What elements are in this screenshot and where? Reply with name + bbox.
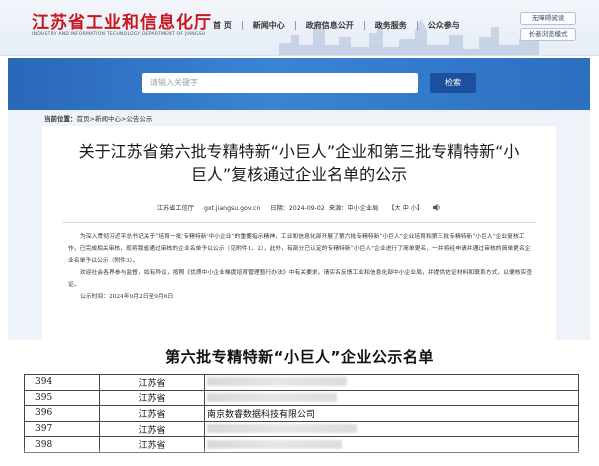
nav-home[interactable]: 首 页 bbox=[203, 20, 242, 31]
speaker-icon[interactable] bbox=[433, 203, 441, 213]
row-company bbox=[204, 374, 579, 391]
row-province: 江苏省 bbox=[99, 405, 205, 422]
row-number: 395 bbox=[24, 389, 100, 407]
row-company: 南京数睿数据科技有限公司 bbox=[204, 405, 579, 422]
row-province: 江苏省 bbox=[99, 420, 205, 438]
list-title: 第六批专精特新“小巨人”企业公示名单 bbox=[165, 348, 434, 366]
article-body: 为深入贯彻习近平总书记关于“培育一批‘专精特新’中小企业”的重要指示精神，工业和… bbox=[68, 231, 534, 303]
article-date: 日期：2024-09-02 bbox=[270, 205, 325, 212]
table-row: 396 江苏省 南京数睿数据科技有限公司 bbox=[24, 405, 579, 422]
article-source: 江苏省工信厅 bbox=[156, 205, 194, 212]
article-paragraph: 为深入贯彻习近平总书记关于“培育一批‘专精特新’中小企业”的重要指示精神，工业和… bbox=[68, 234, 531, 264]
company-list-section: 第六批专精特新“小巨人”企业公示名单 394 江苏省 395 江苏省 396 江… bbox=[0, 340, 599, 466]
divider bbox=[62, 222, 536, 223]
article-card: 关于江苏省第六批专精特新“小巨人”企业和第三批专精特新“小 巨人”复核通过企业名… bbox=[42, 126, 556, 340]
article-title-line2: 巨人”复核通过企业名单的公示 bbox=[190, 165, 408, 184]
site-subtitle: INDUSTRY AND INFORMATION TECHNOLOGY DEPA… bbox=[32, 32, 206, 37]
font-size-control[interactable]: 【大 中 小】 bbox=[388, 205, 423, 212]
article-meta: 江苏省工信厅 gxt.jiangsu.gov.cn 日期：2024-09-02 来… bbox=[42, 203, 556, 213]
article-paragraph: 公示时间：2024年9月2日至9月6日 bbox=[80, 294, 174, 300]
site-header: 江苏省工业和信息化厅 INDUSTRY AND INFORMATION TECH… bbox=[0, 0, 599, 56]
main-nav: 首 页 新闻中心 政府信息公开 政务服务 公众参与 bbox=[203, 20, 470, 31]
nav-services[interactable]: 政务服务 bbox=[365, 20, 417, 31]
row-company bbox=[204, 389, 579, 407]
row-company bbox=[204, 420, 579, 438]
search-button[interactable]: 检索 bbox=[430, 73, 476, 93]
company-table: 394 江苏省 395 江苏省 396 江苏省 南京数睿数据科技有限公司 397… bbox=[24, 374, 579, 453]
row-number: 394 bbox=[24, 374, 100, 391]
row-province: 江苏省 bbox=[99, 374, 205, 391]
redacted-name bbox=[207, 377, 347, 387]
table-row: 394 江苏省 bbox=[24, 374, 579, 391]
article-paragraph: 欢迎社会各界参与监督，如有异议，按照《优质中小企业梯度培育管理暂行办法》中有关要… bbox=[68, 270, 533, 288]
article-title: 关于江苏省第六批专精特新“小巨人”企业和第三批专精特新“小 巨人”复核通过企业名… bbox=[52, 140, 546, 186]
nav-gov-info[interactable]: 政府信息公开 bbox=[296, 20, 364, 31]
table-row: 395 江苏省 bbox=[24, 389, 579, 407]
accessibility-button[interactable]: 无障碍阅读 bbox=[520, 12, 576, 25]
table-row: 397 江苏省 bbox=[24, 420, 579, 438]
article-origin: 来源：中小企业局 bbox=[328, 205, 379, 212]
search-input[interactable]: 请输入关键字 bbox=[142, 73, 418, 93]
search-banner: 请输入关键字 检索 bbox=[8, 58, 590, 110]
nav-public[interactable]: 公众参与 bbox=[418, 20, 470, 31]
row-province: 江苏省 bbox=[99, 389, 205, 407]
elder-mode-button[interactable]: 长者浏览模式 bbox=[520, 28, 576, 41]
row-number: 397 bbox=[24, 420, 100, 438]
content-area: 当前位置：首页>新闻中心>公告公示 关于江苏省第六批专精特新“小巨人”企业和第三… bbox=[8, 110, 590, 340]
breadcrumb-label: 当前位置： bbox=[44, 115, 77, 123]
breadcrumb: 当前位置：首页>新闻中心>公告公示 bbox=[44, 113, 152, 123]
redacted-name bbox=[207, 392, 337, 402]
site-title[interactable]: 江苏省工业和信息化厅 bbox=[32, 8, 212, 33]
bottom-fade bbox=[0, 446, 599, 466]
article-domain: gxt.jiangsu.gov.cn bbox=[203, 205, 261, 212]
redacted-name bbox=[207, 424, 357, 434]
nav-news[interactable]: 新闻中心 bbox=[243, 20, 295, 31]
row-number: 396 bbox=[24, 405, 100, 422]
article-title-line1: 关于江苏省第六批专精特新“小巨人”企业和第三批专精特新“小 bbox=[78, 142, 520, 161]
breadcrumb-path[interactable]: 首页>新闻中心>公告公示 bbox=[77, 115, 153, 123]
